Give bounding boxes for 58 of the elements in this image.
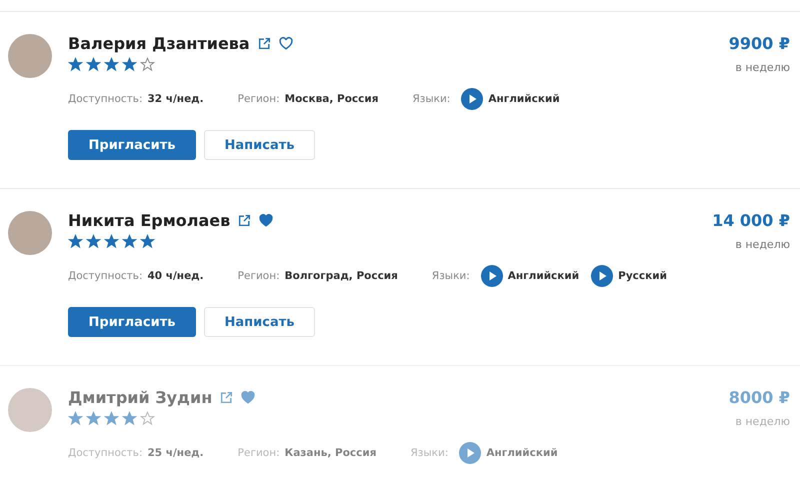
play-icon[interactable]: [591, 265, 614, 287]
star-filled-icon: [68, 234, 83, 249]
availability-value: 25 ч/нед.: [148, 447, 204, 459]
region-value: Казань, Россия: [284, 447, 376, 459]
price: 9900 ₽: [728, 34, 790, 53]
avatar-placeholder: [8, 211, 52, 255]
star-filled-icon: [140, 234, 155, 249]
languages-label: Языки:: [432, 270, 470, 282]
message-button[interactable]: Написать: [204, 307, 315, 337]
star-outline-icon: [140, 57, 155, 72]
price-period: в неделю: [735, 61, 790, 74]
heart-icon[interactable]: [259, 214, 274, 227]
region-value: Волгоград, Россия: [284, 270, 398, 282]
language-name: Английский: [486, 447, 558, 459]
availability-value: 32 ч/нед.: [148, 93, 204, 105]
region-label: Регион:: [238, 93, 280, 105]
region-label: Регион:: [238, 270, 280, 282]
star-filled-icon: [122, 411, 137, 426]
price: 8000 ₽: [728, 388, 790, 407]
price-period: в неделю: [735, 415, 790, 428]
language-name: Русский: [618, 270, 667, 282]
person-name[interactable]: Никита Ермолаев: [68, 211, 230, 230]
availability-label: Доступность:: [68, 270, 142, 282]
region-value: Москва, Россия: [284, 93, 378, 105]
availability-label: Доступность:: [68, 447, 142, 459]
availability-label: Доступность:: [68, 93, 142, 105]
price-period: в неделю: [735, 238, 790, 251]
language-name: Английский: [488, 93, 560, 105]
languages-label: Языки:: [410, 447, 448, 459]
play-icon[interactable]: [461, 88, 484, 110]
star-filled-icon: [122, 57, 137, 72]
play-icon[interactable]: [480, 265, 503, 287]
price: 14 000 ₽: [712, 211, 790, 230]
heart-icon[interactable]: [278, 37, 293, 50]
star-filled-icon: [104, 234, 119, 249]
star-filled-icon: [104, 411, 119, 426]
star-filled-icon: [68, 57, 83, 72]
message-button[interactable]: Написать: [204, 130, 315, 160]
star-filled-icon: [68, 411, 83, 426]
heart-icon[interactable]: [241, 391, 256, 404]
language-name: Английский: [508, 270, 580, 282]
star-filled-icon: [122, 234, 137, 249]
external-link-icon[interactable]: [258, 37, 271, 50]
star-outline-icon: [140, 411, 155, 426]
star-filled-icon: [86, 411, 101, 426]
star-filled-icon: [104, 57, 119, 72]
languages-label: Языки:: [412, 93, 450, 105]
star-filled-icon: [86, 234, 101, 249]
invite-button[interactable]: Пригласить: [68, 130, 196, 160]
avatar-placeholder: [8, 34, 52, 78]
region-label: Регион:: [238, 447, 280, 459]
person-name[interactable]: Валерия Дзантиева: [68, 34, 250, 53]
invite-button[interactable]: Пригласить: [68, 307, 196, 337]
star-filled-icon: [86, 57, 101, 72]
avatar-placeholder: [8, 388, 52, 432]
person-name[interactable]: Дмитрий Зудин: [68, 388, 212, 407]
external-link-icon[interactable]: [238, 214, 252, 227]
availability-value: 40 ч/нед.: [148, 270, 204, 282]
